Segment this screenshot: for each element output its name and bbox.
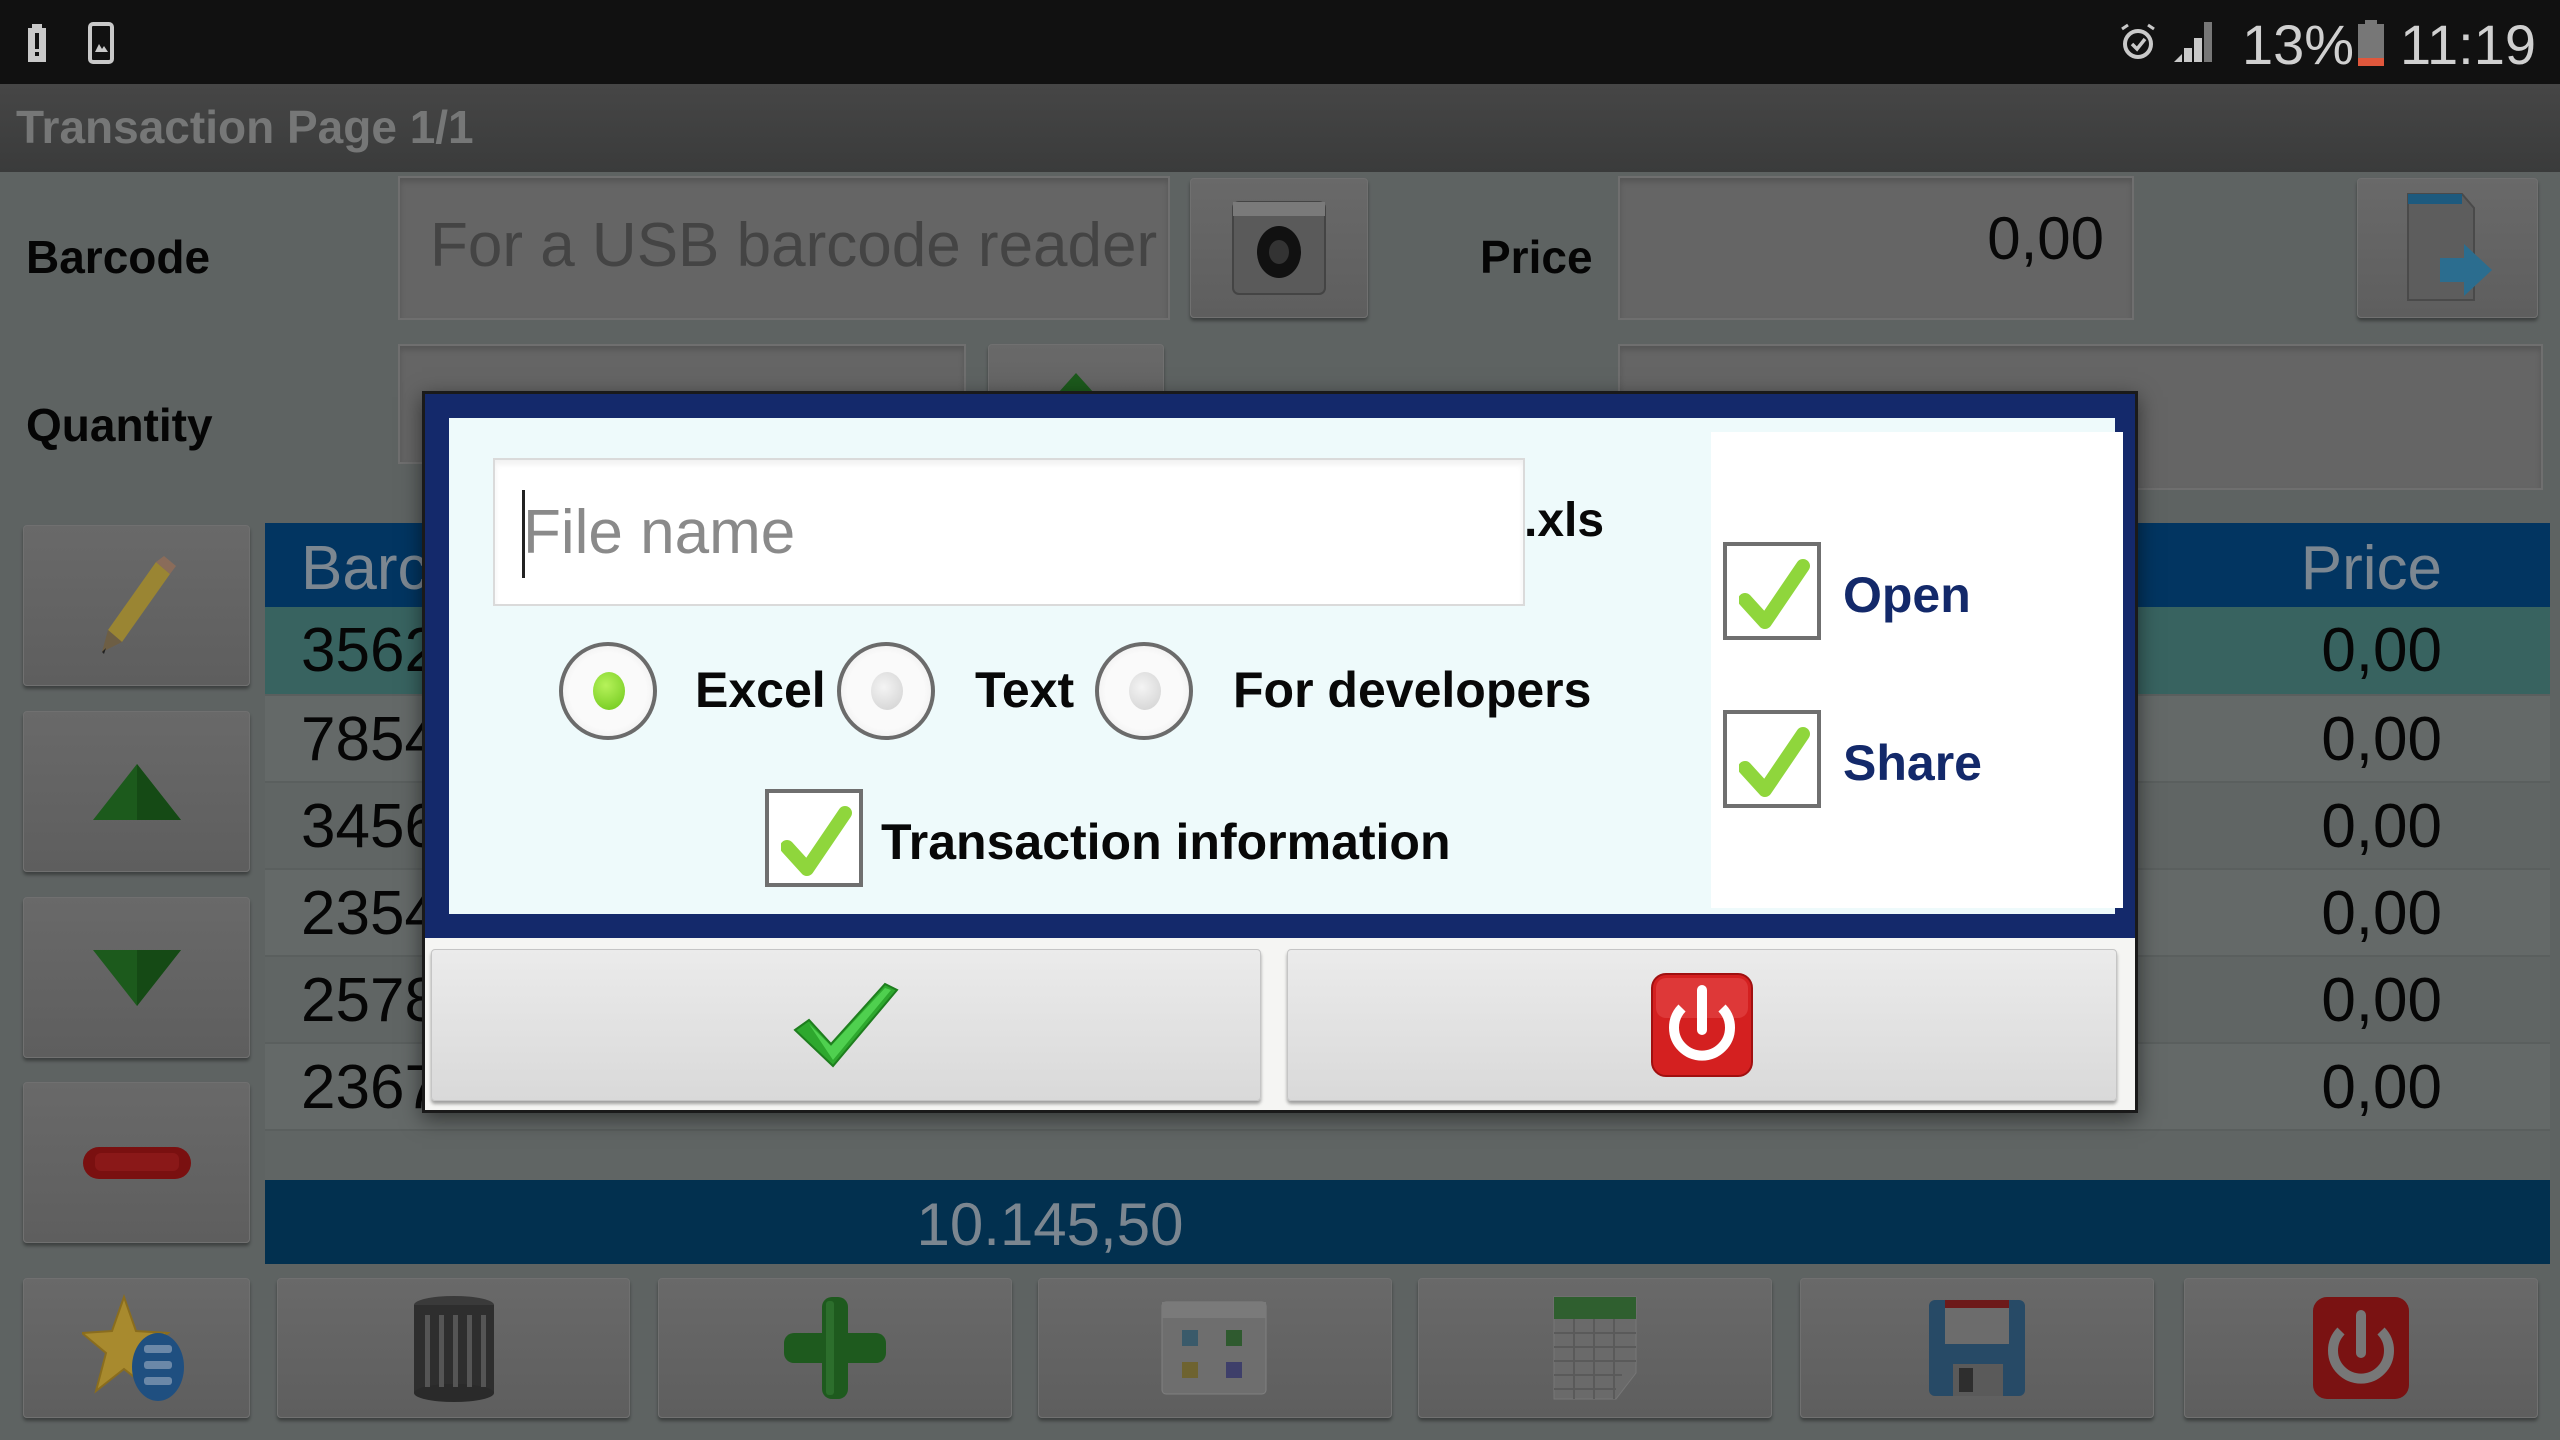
camera-icon xyxy=(1232,201,1326,295)
arrow-up-icon xyxy=(92,763,181,820)
filename-input[interactable]: File name xyxy=(493,458,1525,606)
text-caret xyxy=(522,490,525,578)
page-title: Transaction Page 1/1 xyxy=(16,101,474,153)
export-button[interactable] xyxy=(2357,178,2538,318)
move-up-button[interactable] xyxy=(23,711,250,872)
dialog-options-panel: File name .xls Excel Text For developers… xyxy=(449,418,2123,914)
star-list-icon xyxy=(81,1293,184,1401)
format-label-text[interactable]: Text xyxy=(975,661,1074,719)
format-radio-excel[interactable] xyxy=(559,642,657,740)
windows-button[interactable] xyxy=(1038,1278,1392,1418)
spreadsheet-button[interactable] xyxy=(1418,1278,1772,1418)
checkmark-icon xyxy=(1739,559,1810,629)
arrow-down-icon xyxy=(92,949,181,1006)
minus-icon xyxy=(82,1146,191,1179)
format-radio-developers[interactable] xyxy=(1095,642,1193,740)
cell-barcode: 2367 xyxy=(301,1053,439,1122)
pencil-icon xyxy=(101,555,176,654)
open-checkbox[interactable] xyxy=(1723,542,1821,640)
confirm-button[interactable] xyxy=(431,949,1261,1101)
power-icon xyxy=(1651,973,1753,1077)
format-radio-text[interactable] xyxy=(837,642,935,740)
column-header-price[interactable]: Price xyxy=(2301,533,2442,604)
cell-barcode: 3562 xyxy=(301,616,439,685)
cell-price: 0,00 xyxy=(2321,879,2442,948)
file-extension-label: .xls xyxy=(1524,494,1605,547)
floppy-disk-icon xyxy=(1929,1300,2025,1396)
plus-icon xyxy=(784,1297,886,1399)
share-label[interactable]: Share xyxy=(1843,734,1982,792)
cell-price: 0,00 xyxy=(2321,1053,2442,1122)
radio-dot xyxy=(593,672,625,710)
battery-alert-icon xyxy=(28,24,46,62)
checkmark-icon xyxy=(781,806,852,876)
format-label-developers[interactable]: For developers xyxy=(1233,661,1591,719)
barcode-input[interactable]: For a USB barcode reader xyxy=(398,176,1170,320)
cell-barcode: 7854 xyxy=(301,705,439,774)
cell-barcode: 3456 xyxy=(301,792,439,861)
save-button[interactable] xyxy=(1800,1278,2154,1418)
alarm-icon xyxy=(2121,23,2155,59)
output-options-panel: Open Share xyxy=(1711,432,2123,908)
cell-price: 0,00 xyxy=(2321,616,2442,685)
clock: 11:19 xyxy=(2400,13,2536,76)
price-label: Price xyxy=(1480,231,1593,283)
share-checkbox[interactable] xyxy=(1723,710,1821,808)
checkmark-icon xyxy=(1739,727,1810,797)
format-label-excel[interactable]: Excel xyxy=(695,661,826,719)
trash-icon xyxy=(413,1296,494,1402)
total-value: 10.145,50 xyxy=(916,1191,1184,1258)
status-bar: 13% 11:19 xyxy=(0,0,2560,84)
cell-barcode: 2354 xyxy=(301,879,439,948)
radio-dot xyxy=(871,672,903,710)
radio-dot xyxy=(1129,672,1161,710)
camera-scan-button[interactable] xyxy=(1190,178,1368,318)
transaction-info-checkbox[interactable] xyxy=(765,789,863,887)
table-empty-row xyxy=(265,1129,2550,1180)
spreadsheet-icon xyxy=(1553,1296,1637,1400)
signal-icon xyxy=(2174,22,2212,62)
remove-button[interactable] xyxy=(23,1082,250,1243)
favorites-list-button[interactable] xyxy=(23,1278,250,1418)
move-down-button[interactable] xyxy=(23,897,250,1058)
trash-button[interactable] xyxy=(277,1278,630,1418)
screenshot-icon xyxy=(88,22,114,64)
quantity-label: Quantity xyxy=(26,399,213,451)
file-export-icon xyxy=(2406,193,2492,301)
battery-icon xyxy=(2358,20,2384,66)
dialog-frame: File name .xls Excel Text For developers… xyxy=(425,394,2135,938)
barcode-label: Barcode xyxy=(26,231,211,283)
edit-button[interactable] xyxy=(23,525,250,686)
battery-percent: 13% xyxy=(2242,13,2355,76)
cell-barcode: 2578 xyxy=(301,966,439,1035)
power-icon xyxy=(2313,1297,2409,1399)
filename-placeholder: File name xyxy=(523,497,796,567)
barcode-placeholder: For a USB barcode reader xyxy=(430,211,1158,280)
power-button[interactable] xyxy=(2184,1278,2538,1418)
cell-price: 0,00 xyxy=(2321,792,2442,861)
open-label[interactable]: Open xyxy=(1843,566,1971,624)
transaction-info-label[interactable]: Transaction information xyxy=(881,813,1451,871)
cancel-button[interactable] xyxy=(1287,949,2117,1101)
export-dialog: File name .xls Excel Text For developers… xyxy=(422,391,2138,1113)
cell-price: 0,00 xyxy=(2321,966,2442,1035)
price-input[interactable]: 0,00 xyxy=(1618,176,2134,320)
checkmark-icon xyxy=(793,982,899,1068)
application-window-icon xyxy=(1161,1301,1267,1395)
price-value: 0,00 xyxy=(1987,205,2104,272)
cell-price: 0,00 xyxy=(2321,705,2442,774)
add-button[interactable] xyxy=(658,1278,1012,1418)
